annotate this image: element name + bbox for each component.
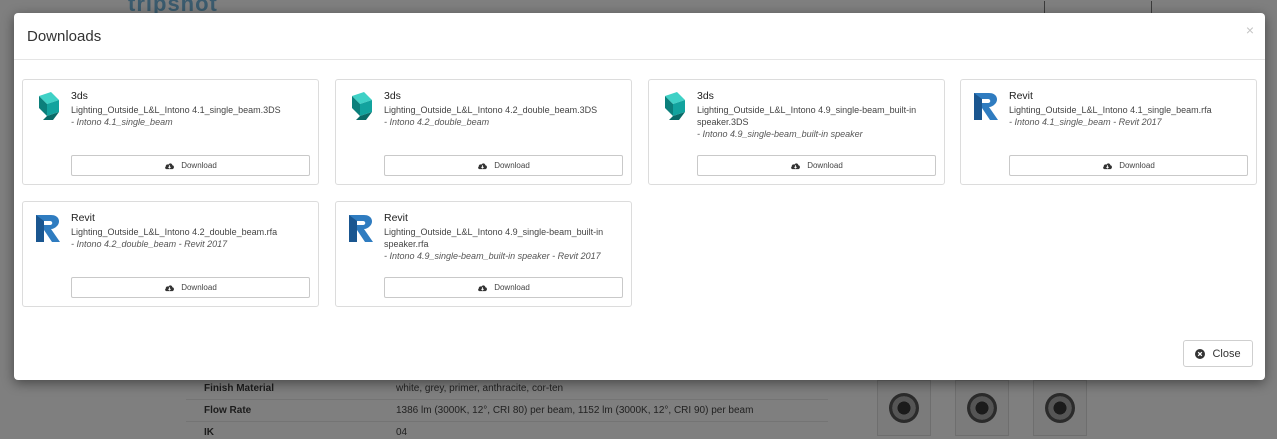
spec-value: 04: [396, 427, 408, 438]
download-button-label: Download: [494, 283, 530, 292]
file-name: Lighting_Outside_L&L_Intono 4.2_double_b…: [71, 227, 278, 237]
cloud-download-icon: [478, 284, 488, 291]
file-name: Lighting_Outside_L&L_Intono 4.9_single-b…: [697, 105, 917, 127]
file-type-label: 3ds: [384, 90, 401, 102]
download-button[interactable]: Download: [71, 277, 310, 298]
close-circle-icon: [1195, 348, 1206, 359]
file-type-label: Revit: [384, 212, 408, 224]
spec-value: white, grey, primer, anthracite, cor-ten: [396, 383, 564, 394]
revit-icon: [33, 212, 65, 244]
3ds-icon: [346, 90, 378, 122]
cloud-download-icon: [1103, 162, 1113, 169]
file-name: Lighting_Outside_L&L_Intono 4.9_single-b…: [384, 227, 604, 249]
downloads-modal: Downloads × 3ds Lighting_Outside_L&L_Into…: [14, 13, 1265, 380]
file-type-label: Revit: [71, 212, 95, 224]
cloud-download-icon: [478, 162, 488, 169]
download-button-label: Download: [807, 161, 843, 170]
site-logo: tripshot: [128, 0, 218, 14]
download-button-label: Download: [494, 161, 530, 170]
close-button-label: Close: [1212, 347, 1241, 360]
download-button-label: Download: [181, 161, 217, 170]
file-name: Lighting_Outside_L&L_Intono 4.1_single_b…: [71, 105, 281, 115]
download-card: 3ds Lighting_Outside_L&L_Intono 4.9_singl…: [648, 79, 945, 185]
spec-key: Flow Rate: [204, 405, 252, 416]
file-type-label: 3ds: [71, 90, 88, 102]
revit-icon: [971, 90, 1003, 122]
file-description: - Intono 4.1_single_beam: [71, 117, 173, 127]
download-card: 3ds Lighting_Outside_L&L_Intono 4.2_doubl…: [335, 79, 632, 185]
file-description: - Intono 4.9_single-beam_built-in speake…: [384, 251, 601, 261]
download-card: Revit Lighting_Outside_L&L_Intono 4.2_dou…: [22, 201, 319, 307]
cloud-download-icon: [165, 284, 175, 291]
close-button[interactable]: Close: [1183, 340, 1253, 367]
download-button[interactable]: Download: [697, 155, 936, 176]
download-button-label: Download: [1119, 161, 1155, 170]
download-button[interactable]: Download: [384, 155, 623, 176]
spec-key: Finish Material: [204, 383, 275, 394]
table-row: IK 04: [186, 422, 828, 439]
table-row: Finish Material white, grey, primer, ant…: [186, 378, 828, 400]
close-icon[interactable]: ×: [1246, 22, 1254, 38]
revit-icon: [346, 212, 378, 244]
file-type-label: 3ds: [697, 90, 714, 102]
download-card: 3ds Lighting_Outside_L&L_Intono 4.1_singl…: [22, 79, 319, 185]
download-button[interactable]: Download: [71, 155, 310, 176]
download-card: Revit Lighting_Outside_L&L_Intono 4.9_sin…: [335, 201, 632, 307]
file-name: Lighting_Outside_L&L_Intono 4.1_single_b…: [1009, 105, 1212, 115]
file-description: - Intono 4.9_single-beam_built-in speake…: [697, 129, 863, 139]
cloud-download-icon: [791, 162, 801, 169]
file-type-label: Revit: [1009, 90, 1033, 102]
file-description: - Intono 4.2_double_beam - Revit 2017: [71, 239, 228, 249]
spec-table: Finish Material white, grey, primer, ant…: [186, 378, 828, 439]
3ds-icon: [659, 90, 691, 122]
modal-header: Downloads ×: [14, 13, 1265, 60]
spec-value: 1386 lm (3000K, 12°, CRI 80) per beam, 1…: [396, 405, 754, 416]
product-thumbnail: [955, 380, 1009, 436]
modal-title: Downloads: [27, 28, 102, 45]
file-description: - Intono 4.1_single_beam - Revit 2017: [1009, 117, 1162, 127]
product-thumbnail: [1033, 380, 1087, 436]
file-description: - Intono 4.2_double_beam: [384, 117, 490, 127]
download-button-label: Download: [181, 283, 217, 292]
file-name: Lighting_Outside_L&L_Intono 4.2_double_b…: [384, 105, 598, 115]
product-thumbnail: [877, 380, 931, 436]
download-button[interactable]: Download: [384, 277, 623, 298]
table-row: Flow Rate 1386 lm (3000K, 12°, CRI 80) p…: [186, 400, 828, 422]
3ds-icon: [33, 90, 65, 122]
cloud-download-icon: [165, 162, 175, 169]
download-button[interactable]: Download: [1009, 155, 1248, 176]
spec-key: IK: [204, 427, 214, 438]
download-card: Revit Lighting_Outside_L&L_Intono 4.1_sin…: [960, 79, 1257, 185]
